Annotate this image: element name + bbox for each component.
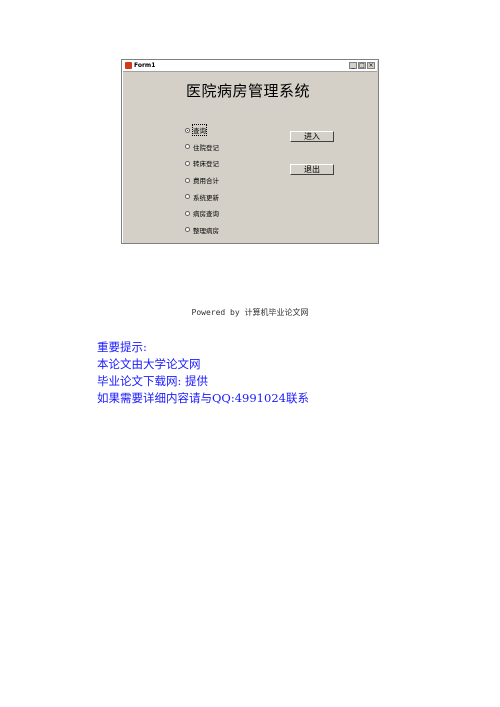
radio-option-system-update[interactable]: 系统更新 (185, 188, 219, 205)
close-icon[interactable]: × (367, 62, 375, 69)
radio-button-icon[interactable] (185, 194, 190, 200)
important-notice: 重要提示: 本论文由大学论文网 毕业论文下载网: 提供 如果需要详细内容请与QQ… (97, 339, 309, 407)
maximize-icon[interactable]: □ (358, 62, 366, 69)
radio-button-icon[interactable] (185, 160, 190, 166)
radio-button-checked-icon[interactable] (185, 127, 190, 133)
minimize-icon[interactable]: _ (349, 62, 357, 69)
form-window-title: Form1 (134, 62, 156, 69)
radio-option-fee-total[interactable]: 费用合计 (185, 172, 219, 189)
notice-line: 毕业论文下载网: 提供 (97, 374, 209, 388)
radio-button-icon[interactable] (185, 177, 190, 183)
radio-option-ward-query[interactable]: 病房查询 (185, 205, 219, 222)
window-controls: _ □ × (349, 62, 375, 69)
radio-label: 查询 (192, 124, 207, 137)
radio-option-query[interactable]: 查询 (185, 122, 219, 139)
notice-contact-line: 如果需要详细内容请与QQ:4991024联系 (97, 391, 309, 405)
powered-by-footer: Powered by 计算机毕业论文网 (191, 308, 309, 317)
radio-label: 费用合计 (193, 177, 219, 186)
notice-line: 本论文由大学论文网 (97, 357, 201, 371)
enter-button[interactable]: 进入 (290, 131, 334, 142)
app-icon (125, 62, 132, 69)
radio-label: 转床登记 (193, 160, 219, 169)
function-radio-group: 查询 住院登记 转床登记 费用合计 系统更新 病房查询 整理病房 (185, 122, 219, 238)
radio-label: 整理病房 (193, 226, 219, 235)
radio-button-icon[interactable] (185, 227, 190, 233)
exit-button[interactable]: 退出 (290, 164, 334, 175)
radio-option-bed-transfer[interactable]: 转床登记 (185, 155, 219, 172)
form-window-screenshot: Form1 _ □ × 医院病房管理系统 查询 住院登记 转床登记 费用合计 系… (121, 59, 379, 244)
radio-option-admission[interactable]: 住院登记 (185, 139, 219, 156)
radio-label: 系统更新 (193, 193, 219, 202)
radio-button-icon[interactable] (185, 210, 190, 216)
form-title-bar: Form1 _ □ × (123, 61, 377, 72)
form-heading: 医院病房管理系统 (186, 82, 311, 100)
radio-label: 病房查询 (193, 210, 219, 219)
radio-option-tidy-ward[interactable]: 整理病房 (185, 222, 219, 239)
notice-heading: 重要提示: (97, 340, 147, 354)
radio-label: 住院登记 (193, 143, 219, 152)
radio-button-icon[interactable] (185, 144, 190, 150)
